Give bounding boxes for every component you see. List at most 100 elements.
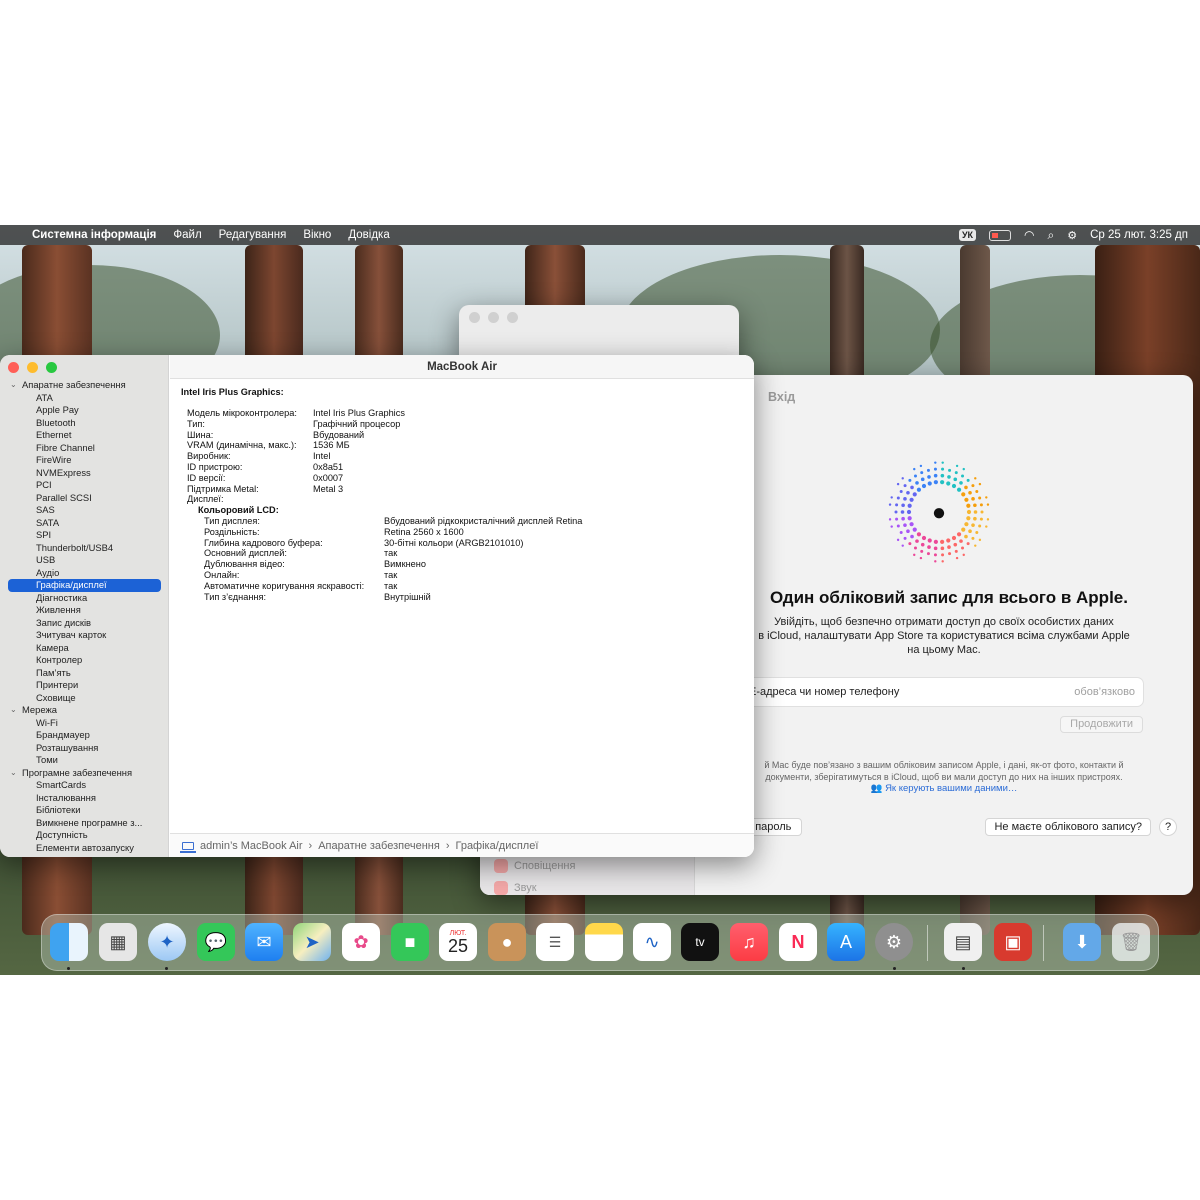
tree-item[interactable]: Томи — [0, 754, 169, 767]
ring-dot — [927, 481, 932, 486]
photos-icon[interactable]: ✿ — [342, 923, 380, 961]
ring-dot — [901, 503, 905, 508]
input-source-menu[interactable]: УК — [958, 229, 977, 241]
ring-dot — [959, 481, 963, 485]
tree-item[interactable]: Fibre Channel — [0, 442, 169, 455]
tree-item[interactable]: SPI — [0, 529, 169, 542]
ring-dot — [954, 549, 958, 553]
notes-icon[interactable] — [585, 923, 623, 961]
tree-item[interactable]: SATA — [0, 517, 169, 530]
tree-group[interactable]: ⌄ Апаратне забезпечення — [0, 379, 169, 392]
tree-item[interactable]: Принтери — [0, 679, 169, 692]
photo-booth-icon[interactable]: ▣ — [994, 923, 1032, 961]
tree-item[interactable]: Елементи автозапуску — [0, 842, 169, 855]
tree-item[interactable]: Доступність — [0, 829, 169, 842]
tree-item-selected[interactable]: Графіка/дисплеї — [8, 579, 161, 592]
menu-file[interactable]: Файл — [173, 229, 201, 241]
apple-id-input[interactable]: E-адреса чи номер телефону обов’язково — [735, 678, 1143, 706]
tree-item[interactable]: Thunderbolt/USB4 — [0, 542, 169, 555]
chevron-down-icon[interactable]: ⌄ — [10, 704, 17, 717]
continue-button[interactable]: Продовжити — [1060, 716, 1143, 733]
zoom-button[interactable] — [507, 312, 518, 323]
sidebar-item-sound[interactable]: Звук — [494, 881, 537, 895]
app-menu[interactable]: Системна інформація — [32, 229, 156, 241]
maps-icon[interactable]: ➤ — [293, 923, 331, 961]
trash-icon[interactable]: 🗑 — [1112, 923, 1150, 961]
facetime-icon[interactable]: ■ — [391, 923, 429, 961]
sidebar-item-notifications[interactable]: Сповіщення — [494, 859, 575, 873]
privacy-link[interactable]: 👥 Як керують вашими даними… — [695, 783, 1193, 794]
calendar-icon[interactable]: ЛЮТ. 25 — [439, 923, 477, 961]
messages-icon[interactable]: 💬 — [197, 923, 235, 961]
tree-item[interactable]: Wi-Fi — [0, 717, 169, 730]
tree-item[interactable]: Аудіо — [0, 567, 169, 580]
tree-item[interactable]: Бібліотеки — [0, 804, 169, 817]
tree-item[interactable]: Розташування — [0, 742, 169, 755]
finder-icon[interactable] — [50, 923, 88, 961]
tree-item[interactable]: FireWire — [0, 454, 169, 467]
system-information-window[interactable]: ⌄ Апаратне забезпечення ATA Apple Pay Blueto… — [0, 355, 754, 857]
ring-dot — [890, 496, 893, 499]
tree-item[interactable]: PCI — [0, 479, 169, 492]
tree-item[interactable]: NVMExpress — [0, 467, 169, 480]
tree-item[interactable]: Parallel SCSI — [0, 492, 169, 505]
ring-dot — [964, 485, 968, 490]
launchpad-icon[interactable]: ▦ — [99, 923, 137, 961]
tree-item[interactable]: Живлення — [0, 604, 169, 617]
tree-item[interactable]: Інсталювання — [0, 792, 169, 805]
tree-group[interactable]: ⌄ Програмне забезпечення — [0, 767, 169, 780]
tree-item[interactable]: Контролер — [0, 654, 169, 667]
downloads-folder-icon[interactable]: ⬇ — [1063, 923, 1101, 961]
tree-item[interactable]: SmartCards — [0, 779, 169, 792]
tree-item[interactable]: Bluetooth — [0, 417, 169, 430]
ring-dot — [913, 546, 917, 550]
property-row: Онлайн: так — [181, 570, 397, 581]
music-icon[interactable]: ♫ — [730, 923, 768, 961]
system-information-icon[interactable]: ▤ — [944, 923, 982, 961]
tree-item[interactable]: Ethernet — [0, 429, 169, 442]
reminders-icon[interactable]: ☰ — [536, 923, 574, 961]
app-store-icon[interactable]: A — [827, 923, 865, 961]
menu-edit[interactable]: Редагування — [219, 229, 287, 241]
tree-item[interactable]: Сховище — [0, 692, 169, 705]
ring-dot — [895, 517, 899, 521]
zoom-button[interactable] — [46, 362, 57, 373]
tv-icon[interactable]: tv — [681, 923, 719, 961]
minimize-button[interactable] — [27, 362, 38, 373]
tree-item[interactable]: Діагностика — [0, 592, 169, 605]
help-button[interactable]: ? — [1159, 818, 1177, 836]
tree-group[interactable]: ⌄ Мережа — [0, 704, 169, 717]
mail-icon[interactable]: ✉ — [245, 923, 283, 961]
tree-item[interactable]: Пам’ять — [0, 667, 169, 680]
menu-bar: Системна інформація Файл Редагування Вік… — [0, 225, 1200, 245]
clock[interactable]: Ср 25 лют. 3:25 дп — [1090, 229, 1188, 241]
wifi-icon[interactable]: ◠ — [1024, 228, 1034, 242]
menu-help[interactable]: Довідка — [348, 229, 389, 241]
tree-item[interactable]: USB — [0, 554, 169, 567]
tree-item[interactable]: Вимкнене програмне з... — [0, 817, 169, 830]
spotlight-search-icon[interactable]: ⌕ — [1048, 228, 1055, 243]
ring-dot — [975, 490, 979, 494]
news-icon[interactable]: N — [779, 923, 817, 961]
tree-item[interactable]: Apple Pay — [0, 404, 169, 417]
ring-dot — [927, 475, 931, 479]
battery-icon[interactable] — [989, 229, 1012, 241]
tree-item[interactable]: Камера — [0, 642, 169, 655]
chevron-down-icon[interactable]: ⌄ — [10, 379, 17, 392]
create-account-button[interactable]: Не маєте облікового запису? — [985, 818, 1151, 836]
control-center-icon[interactable]: ⚙ — [1067, 229, 1077, 242]
tree-item[interactable]: ATA — [0, 392, 169, 405]
menu-window[interactable]: Вікно — [303, 229, 331, 241]
system-settings-icon[interactable]: ⚙ — [875, 923, 913, 961]
freeform-icon[interactable]: ∿ — [633, 923, 671, 961]
tree-item[interactable]: Запис дисків — [0, 617, 169, 630]
safari-icon[interactable]: ✦ — [148, 923, 186, 961]
chevron-down-icon[interactable]: ⌄ — [10, 767, 17, 780]
tree-item[interactable]: Брандмауер — [0, 729, 169, 742]
tree-item[interactable]: Зчитувач карток — [0, 629, 169, 642]
close-button[interactable] — [469, 312, 480, 323]
contacts-icon[interactable]: ● — [488, 923, 526, 961]
minimize-button[interactable] — [488, 312, 499, 323]
tree-item[interactable]: SAS — [0, 504, 169, 517]
close-button[interactable] — [8, 362, 19, 373]
